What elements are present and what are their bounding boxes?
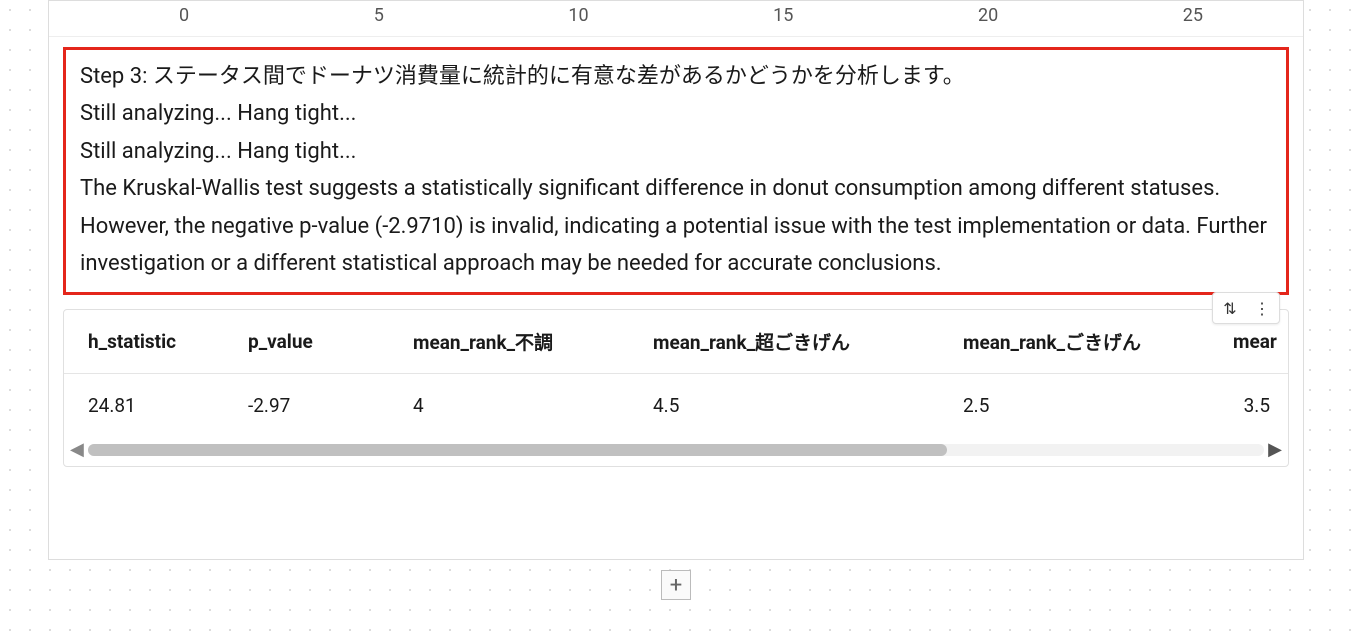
scroll-thumb[interactable] xyxy=(88,444,947,456)
cell-mean-rank-fucho: 4 xyxy=(389,374,629,438)
col-header-mean-rank-fucho[interactable]: mean_rank_不調 xyxy=(389,310,629,374)
horizontal-scrollbar[interactable]: ◀ ▶ xyxy=(64,437,1288,466)
axis-tick: 25 xyxy=(1183,5,1203,26)
axis-tick: 5 xyxy=(374,5,384,26)
analysis-summary-box: Step 3: ステータス間でドーナツ消費量に統計的に有意な差があるかどうかを分… xyxy=(63,47,1289,295)
col-header-mean-rank-gokigen[interactable]: mean_rank_ごきげん xyxy=(939,310,1209,374)
axis-tick: 20 xyxy=(978,5,998,26)
status-message: Still analyzing... Hang tight... xyxy=(80,133,1272,170)
analysis-conclusion: The Kruskal-Wallis test suggests a stati… xyxy=(80,170,1272,282)
kebab-menu-icon[interactable]: ⋮ xyxy=(1251,297,1273,319)
sort-icon[interactable]: ⇅ xyxy=(1219,297,1241,319)
axis-tick: 10 xyxy=(568,5,588,26)
table-toolbar: ⇅ ⋮ xyxy=(1212,292,1280,324)
plus-icon: + xyxy=(670,573,682,598)
col-header-mean-rank-chogokigen[interactable]: mean_rank_超ごきげん xyxy=(629,310,939,374)
axis-tick: 15 xyxy=(773,5,793,26)
scroll-left-icon[interactable]: ◀ xyxy=(70,439,84,460)
table-row: 24.81 -2.97 4 4.5 2.5 3.5 xyxy=(64,374,1288,438)
results-table: h_statistic p_value mean_rank_不調 mean_ra… xyxy=(64,310,1288,437)
axis-tick: 0 xyxy=(179,5,189,26)
scroll-right-icon[interactable]: ▶ xyxy=(1268,439,1282,460)
scroll-track[interactable] xyxy=(88,444,1264,456)
main-panel: 0 5 10 15 20 25 Step 3: ステータス間でドーナツ消費量に統… xyxy=(48,0,1304,560)
chart-axis-ticks: 0 5 10 15 20 25 xyxy=(49,1,1303,37)
col-header-p-value[interactable]: p_value xyxy=(224,310,389,374)
status-message: Still analyzing... Hang tight... xyxy=(80,95,1272,132)
cell-last-value: 3.5 xyxy=(1209,374,1288,438)
cell-mean-rank-chogokigen: 4.5 xyxy=(629,374,939,438)
cell-mean-rank-gokigen: 2.5 xyxy=(939,374,1209,438)
table-header-row: h_statistic p_value mean_rank_不調 mean_ra… xyxy=(64,310,1288,374)
add-cell-row: + xyxy=(0,570,1352,600)
cell-h-statistic: 24.81 xyxy=(64,374,224,438)
results-table-container: ⇅ ⋮ h_statistic p_value mean_rank_不調 mea… xyxy=(63,309,1289,467)
col-header-h-statistic[interactable]: h_statistic xyxy=(64,310,224,374)
add-cell-button[interactable]: + xyxy=(661,570,691,600)
cell-p-value: -2.97 xyxy=(224,374,389,438)
step-description: Step 3: ステータス間でドーナツ消費量に統計的に有意な差があるかどうかを分… xyxy=(80,58,1272,95)
